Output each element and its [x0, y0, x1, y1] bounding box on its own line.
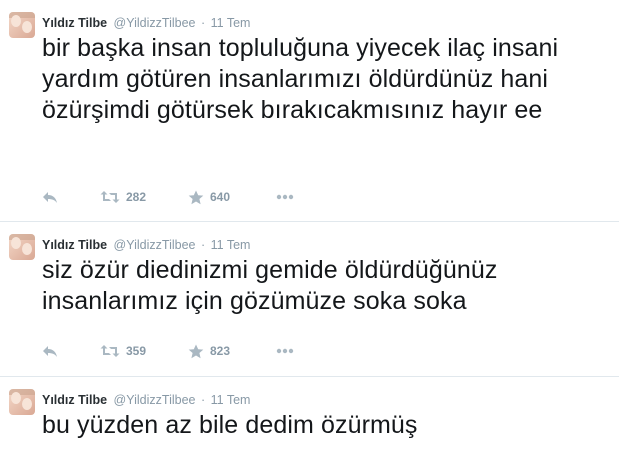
tweet-header: Yıldız Tilbe @YildizzTilbee · 11 Tem [42, 392, 250, 408]
tweet-header: Yıldız Tilbe @YildizzTilbee · 11 Tem [42, 15, 250, 31]
retweet-button[interactable]: 282 [100, 190, 188, 204]
more-icon [276, 194, 294, 200]
star-icon [188, 190, 204, 204]
favorite-count: 823 [210, 344, 231, 358]
more-button[interactable] [276, 348, 294, 354]
tweet-actions: 359 823 [42, 342, 294, 360]
timestamp[interactable]: 11 Tem [211, 393, 251, 407]
retweet-icon [100, 345, 120, 357]
reply-button[interactable] [42, 190, 100, 204]
author-name[interactable]: Yıldız Tilbe [42, 16, 107, 30]
star-icon [188, 344, 204, 358]
timestamp[interactable]: 11 Tem [211, 16, 251, 30]
author-name[interactable]: Yıldız Tilbe [42, 393, 107, 407]
avatar[interactable] [9, 234, 35, 260]
more-button[interactable] [276, 194, 294, 200]
retweet-count: 359 [126, 344, 147, 358]
reply-icon [43, 192, 57, 203]
tweet-text: bu yüzden az bile dedim özürmüş [42, 411, 418, 439]
separator: · [200, 16, 206, 30]
timestamp[interactable]: 11 Tem [211, 238, 251, 252]
reply-icon [43, 346, 57, 357]
retweet-icon [100, 191, 120, 203]
separator: · [200, 393, 206, 407]
author-handle[interactable]: @YildizzTilbee [114, 16, 196, 30]
author-name[interactable]: Yıldız Tilbe [42, 238, 107, 252]
favorite-button[interactable]: 640 [188, 190, 276, 205]
retweet-count: 282 [126, 190, 147, 204]
author-handle[interactable]: @YildizzTilbee [114, 393, 196, 407]
avatar[interactable] [9, 12, 35, 38]
reply-button[interactable] [42, 344, 100, 358]
avatar[interactable] [9, 389, 35, 415]
tweet[interactable]: Yıldız Tilbe @YildizzTilbee · 11 Tem bu … [0, 377, 619, 459]
tweet-actions: 282 640 [42, 188, 294, 206]
tweet-text: bir başka insan topluluğuna yiyecek ilaç… [42, 34, 559, 124]
tweet-text: siz özür diedinizmi gemide öldürdüğünüz … [42, 256, 498, 315]
favorite-button[interactable]: 823 [188, 344, 276, 359]
separator: · [200, 238, 206, 252]
tweet[interactable]: Yıldız Tilbe @YildizzTilbee · 11 Tem siz… [0, 222, 619, 377]
tweet[interactable]: Yıldız Tilbe @YildizzTilbee · 11 Tem bir… [0, 0, 619, 222]
more-icon [276, 348, 294, 354]
tweet-header: Yıldız Tilbe @YildizzTilbee · 11 Tem [42, 237, 250, 253]
retweet-button[interactable]: 359 [100, 344, 188, 358]
favorite-count: 640 [210, 190, 231, 204]
author-handle[interactable]: @YildizzTilbee [114, 238, 196, 252]
